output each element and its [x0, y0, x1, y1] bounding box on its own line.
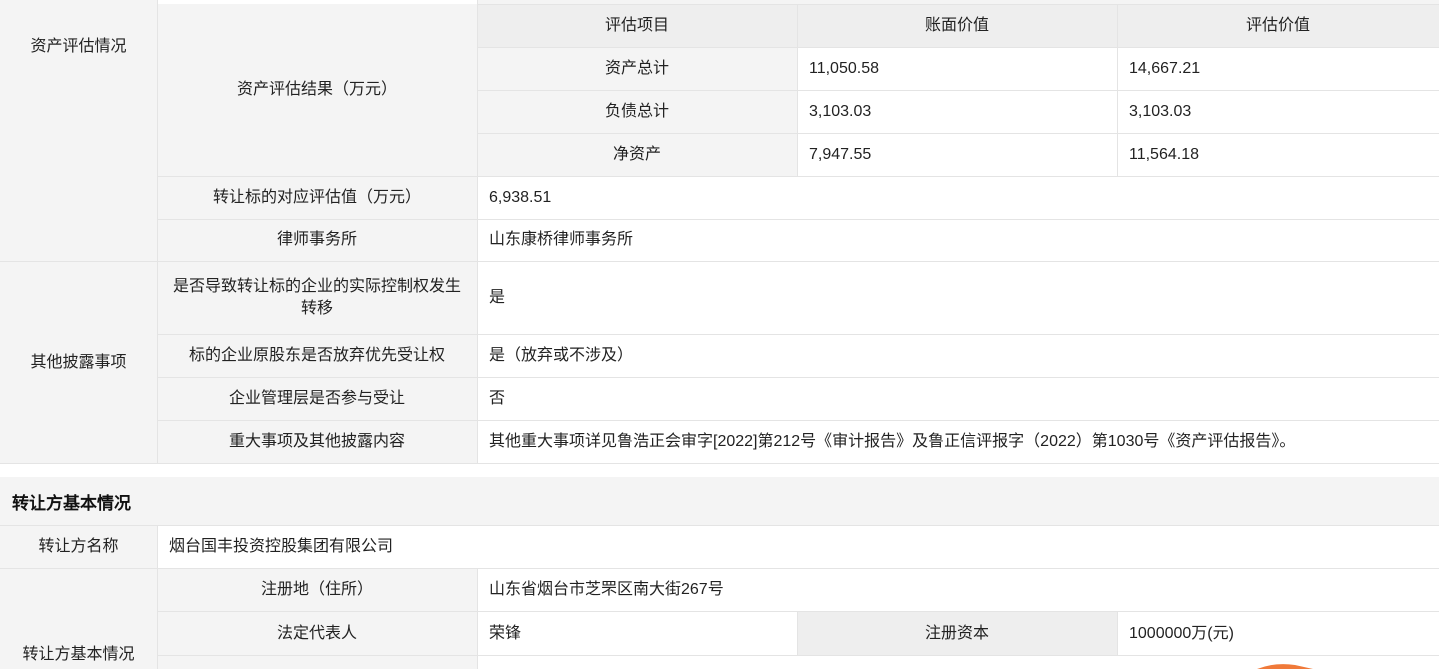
target-value: 6,938.51: [477, 176, 1439, 219]
divider: [157, 526, 158, 669]
divider: [157, 219, 1439, 220]
table-cell-appraised: 14,667.21: [1117, 47, 1439, 90]
next-row-label: [157, 656, 477, 669]
legal-rep-value: 荣锋: [477, 612, 797, 655]
management-participation-label: 企业管理层是否参与受让: [157, 378, 477, 420]
table-cell-book: 11,050.58: [797, 47, 1117, 90]
transferor-section-title: 转让方基本情况: [0, 477, 1439, 525]
table-header-item: 评估项目: [477, 4, 797, 47]
divider: [157, 377, 1439, 378]
table-cell-appraised: 3,103.03: [1117, 90, 1439, 133]
law-firm-value: 山东康桥律师事务所: [477, 219, 1439, 261]
table-cell-item: 净资产: [477, 133, 797, 176]
divider: [157, 611, 1439, 612]
divider: [1117, 4, 1118, 176]
divider: [157, 0, 158, 463]
preemptive-right-label: 标的企业原股东是否放弃优先受让权: [157, 335, 477, 377]
table-cell-book: 7,947.55: [797, 133, 1117, 176]
registered-address-label: 注册地（住所）: [157, 569, 477, 611]
transfer-disclosure-page: 资产评估情况 资产评估结果（万元） 评估项目 账面价值 评估价值 资产总计 11…: [0, 0, 1439, 669]
legal-rep-label: 法定代表人: [157, 612, 477, 655]
table-header-appraised: 评估价值: [1117, 4, 1439, 47]
other-disclosures-group-label: 其他披露事项: [0, 262, 157, 463]
divider: [477, 0, 478, 463]
asset-eval-result-label: 资产评估结果（万元）: [157, 4, 477, 176]
registered-address-value: 山东省烟台市芝罘区南大街267号: [477, 569, 1439, 611]
divider: [477, 47, 1439, 48]
divider: [0, 568, 1439, 569]
table-cell-appraised: 11,564.18: [1117, 133, 1439, 176]
major-matters-label: 重大事项及其他披露内容: [157, 421, 477, 463]
floating-widget-shape: [1257, 664, 1313, 669]
divider: [157, 334, 1439, 335]
divider: [477, 133, 1439, 134]
divider: [477, 4, 1439, 5]
floating-widget-edge[interactable]: [1255, 662, 1315, 669]
transferor-name-label: 转让方名称: [0, 526, 157, 568]
divider: [0, 261, 1439, 262]
table-cell-book: 3,103.03: [797, 90, 1117, 133]
control-transfer-label: 是否导致转让标的企业的实际控制权发生转移: [157, 262, 477, 334]
divider: [157, 420, 1439, 421]
divider: [797, 4, 798, 176]
divider: [477, 569, 478, 669]
registered-capital-value: 1000000万(元): [1117, 612, 1439, 655]
asset-eval-group-label: 资产评估情况: [0, 0, 157, 261]
management-participation-value: 否: [477, 378, 1439, 420]
transferor-info-group-label: 转让方基本情况: [0, 569, 157, 669]
divider: [157, 176, 1439, 177]
divider: [797, 612, 798, 655]
law-firm-label: 律师事务所: [157, 219, 477, 261]
table-header-book: 账面价值: [797, 4, 1117, 47]
table-cell-item: 资产总计: [477, 47, 797, 90]
transferor-name-value: 烟台国丰投资控股集团有限公司: [157, 526, 1439, 568]
divider: [0, 463, 1439, 464]
target-value-label: 转让标的对应评估值（万元）: [157, 176, 477, 219]
major-matters-value: 其他重大事项详见鲁浩正会审字[2022]第212号《审计报告》及鲁正信评报字（2…: [477, 421, 1439, 463]
divider: [477, 90, 1439, 91]
divider: [0, 525, 1439, 526]
divider: [157, 655, 1439, 656]
divider: [1117, 612, 1118, 655]
preemptive-right-value: 是（放弃或不涉及）: [477, 335, 1439, 377]
registered-capital-label: 注册资本: [797, 612, 1117, 655]
control-transfer-value: 是: [477, 262, 1439, 334]
table-cell-item: 负债总计: [477, 90, 797, 133]
